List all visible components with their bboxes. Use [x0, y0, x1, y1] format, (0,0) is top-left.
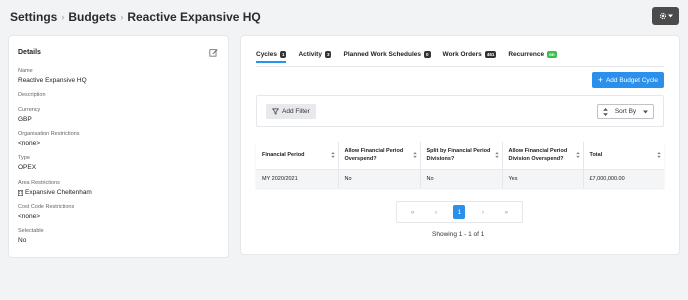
- field-organisation-restrictions: Organisation Restrictions <none>: [18, 131, 79, 148]
- column-header-financial-period[interactable]: Financial Period: [256, 142, 339, 170]
- tab-count-badge: 1: [279, 51, 287, 58]
- field-description: Description: [18, 92, 46, 100]
- breadcrumb-budgets[interactable]: Budgets: [68, 10, 116, 24]
- table-cell: Yes: [502, 169, 584, 188]
- sort-icon: [494, 152, 499, 159]
- page-button-current[interactable]: 1: [453, 205, 466, 219]
- sort-icon: [330, 152, 335, 159]
- filter-icon: [272, 108, 279, 115]
- tab-activity[interactable]: Activity 3: [298, 51, 332, 61]
- tab-count-badge: 3: [324, 51, 332, 58]
- field-value: Expansive Cheltenham: [18, 188, 92, 197]
- table-cell: MY 2020/2021: [256, 169, 339, 188]
- field-label: Name: [18, 68, 33, 74]
- tab-divider: [256, 66, 664, 67]
- results-count: Showing 1 - 1 of 1: [432, 231, 485, 238]
- details-title: Details: [18, 49, 41, 56]
- breadcrumb-settings[interactable]: Settings: [10, 10, 57, 24]
- column-header-total[interactable]: Total: [583, 142, 664, 170]
- next-page-button[interactable]: ›: [477, 209, 489, 216]
- field-label: Type: [18, 155, 30, 161]
- filter-panel: Add Filter Sort By: [256, 95, 664, 127]
- field-label: Currency: [18, 107, 41, 113]
- column-header-allow-overspend[interactable]: Allow Financial Period Overspend?: [338, 142, 421, 170]
- add-filter-label: Add Filter: [282, 108, 310, 115]
- field-label: Organisation Restrictions: [18, 131, 80, 137]
- add-budget-cycle-button[interactable]: + Add Budget Cycle: [591, 72, 664, 88]
- page-title: Reactive Expansive HQ: [127, 10, 261, 24]
- field-type: Type OPEX: [18, 155, 36, 172]
- field-area-restrictions: Area Restrictions Expansive Cheltenham: [18, 180, 92, 197]
- field-selectable: Selectable No: [18, 228, 44, 245]
- sort-icon: [412, 152, 417, 159]
- column-header-label: Allow Financial Period Division Overspen…: [508, 148, 568, 163]
- tab-cycles[interactable]: Cycles 1: [256, 51, 287, 63]
- edit-icon[interactable]: [209, 48, 218, 57]
- column-header-label: Allow Financial Period Overspend?: [344, 148, 404, 163]
- field-label: Selectable: [18, 228, 44, 234]
- breadcrumb: Settings › Budgets › Reactive Expansive …: [10, 9, 261, 25]
- budget-cycles-table: Financial Period Allow Financial Period …: [256, 142, 664, 188]
- field-value: OPEX: [18, 164, 37, 171]
- tab-status-badge: on: [547, 51, 557, 58]
- first-page-button[interactable]: «: [407, 209, 419, 216]
- tab-label: Recurrence: [508, 51, 545, 58]
- plus-icon: +: [597, 74, 603, 85]
- field-name: Name Reactive Expansive HQ: [18, 68, 87, 85]
- settings-menu-button[interactable]: [652, 7, 679, 25]
- budget-cycles-card: Cycles 1 Activity 3 Planned Work Schedul…: [241, 36, 679, 254]
- field-label: Area Restrictions: [18, 180, 60, 186]
- chevron-right-icon: ›: [61, 12, 65, 22]
- previous-page-button[interactable]: ‹: [430, 209, 442, 216]
- area-restriction-name: Expansive Cheltenham: [25, 189, 92, 196]
- add-filter-button[interactable]: Add Filter: [266, 104, 316, 119]
- field-label: Description: [18, 92, 46, 98]
- field-value: No: [18, 237, 27, 244]
- add-budget-cycle-label: Add Budget Cycle: [605, 76, 658, 84]
- tab-label: Activity: [298, 51, 322, 58]
- sort-by-label: Sort By: [614, 108, 637, 115]
- field-value: <none>: [18, 213, 41, 220]
- table-cell: No: [420, 169, 503, 188]
- table-row[interactable]: MY 2020/2021 No No Yes £7,000,000.00: [256, 169, 664, 188]
- tab-count-badge: 461: [484, 51, 497, 58]
- last-page-button[interactable]: »: [500, 209, 512, 216]
- sort-icon: [575, 152, 580, 159]
- column-header-label: Split by Financial Period Divisions?: [426, 148, 491, 163]
- column-header-label: Financial Period: [262, 152, 305, 159]
- pagination: « ‹ 1 › »: [396, 201, 523, 223]
- field-cost-code-restrictions: Cost Code Restrictions <none>: [18, 204, 74, 221]
- field-value: <none>: [18, 140, 41, 147]
- column-header-label: Total: [589, 152, 603, 159]
- tab-label: Work Orders: [442, 51, 482, 58]
- tab-bar: Cycles 1 Activity 3 Planned Work Schedul…: [256, 51, 569, 65]
- field-currency: Currency GBP: [18, 107, 40, 124]
- tab-work-orders[interactable]: Work Orders 461: [443, 51, 497, 61]
- gear-icon: [659, 12, 666, 20]
- field-value: GBP: [18, 116, 32, 123]
- tab-label: Planned Work Schedules: [343, 51, 422, 58]
- tab-label: Cycles: [256, 51, 277, 58]
- caret-down-icon: [667, 14, 673, 18]
- sort-icon: [657, 152, 661, 159]
- table-cell: £7,000,000.00: [583, 169, 664, 188]
- building-icon: [18, 189, 23, 196]
- tab-recurrence[interactable]: Recurrence on: [508, 51, 557, 61]
- sort-by-select[interactable]: Sort By: [597, 104, 654, 119]
- tab-planned-work-schedules[interactable]: Planned Work Schedules 0: [343, 51, 431, 61]
- table-cell: No: [338, 169, 421, 188]
- chevron-right-icon: ›: [120, 12, 124, 22]
- column-header-division-overspend[interactable]: Allow Financial Period Division Overspen…: [502, 142, 584, 170]
- field-label: Cost Code Restrictions: [18, 204, 75, 210]
- details-card: Details Name Reactive Expansive HQ Descr…: [9, 36, 228, 257]
- column-header-split-divisions[interactable]: Split by Financial Period Divisions?: [420, 142, 503, 170]
- tab-count-badge: 0: [424, 51, 431, 58]
- field-value: Reactive Expansive HQ: [18, 77, 87, 84]
- caret-down-icon: [643, 110, 648, 113]
- table-header-row: Financial Period Allow Financial Period …: [256, 142, 664, 170]
